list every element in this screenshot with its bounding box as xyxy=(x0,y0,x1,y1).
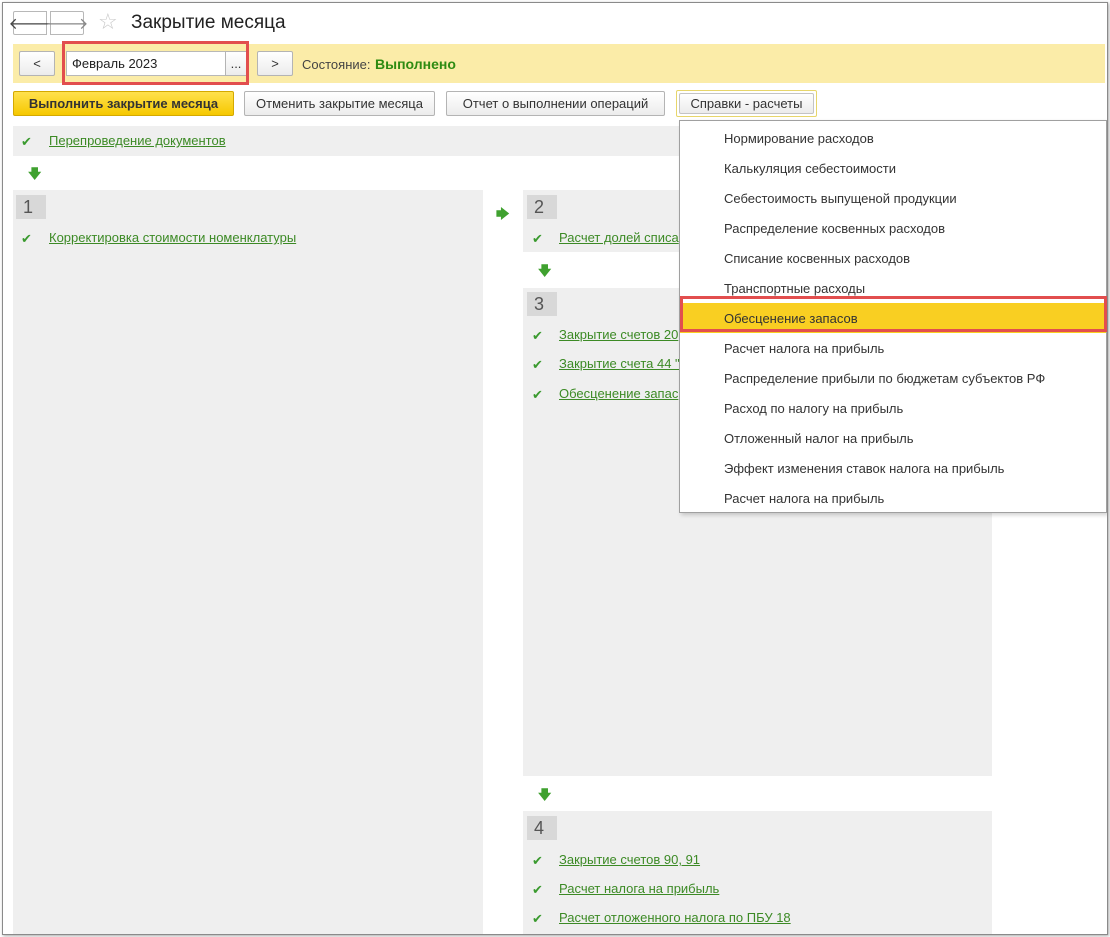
reports-menu-button[interactable]: Справки - расчеты xyxy=(676,90,817,117)
stage-4-item-link[interactable]: Расчет отложенного налога по ПБУ 18 xyxy=(559,910,791,925)
menu-item[interactable]: Калькуляция себестоимости xyxy=(680,153,1106,183)
reports-menu-label: Справки - расчеты xyxy=(679,93,814,114)
check-icon: ✔ xyxy=(21,231,32,246)
arrow-right-icon: 🡆 xyxy=(496,206,510,221)
period-highlight-box xyxy=(62,41,249,85)
stage-4-number: 4 xyxy=(527,816,557,840)
check-icon: ✔ xyxy=(532,231,543,246)
stage-3-item-link[interactable]: Закрытие счетов 20 xyxy=(559,327,678,342)
menu-item[interactable]: Эффект изменения ставок налога на прибыл… xyxy=(680,453,1106,483)
prev-period-button[interactable]: < xyxy=(19,51,55,76)
arrow-down-icon: 🡇 xyxy=(538,787,552,802)
favorite-star-icon[interactable]: ☆ xyxy=(98,9,118,35)
menu-item[interactable]: Расчет налога на прибыль xyxy=(680,483,1106,513)
check-icon: ✔ xyxy=(532,357,543,372)
check-icon: ✔ xyxy=(532,911,543,926)
menu-item[interactable]: Распределение косвенных расходов xyxy=(680,213,1106,243)
menu-item[interactable]: Отложенный налог на прибыль xyxy=(680,423,1106,453)
repost-documents-link[interactable]: Перепроведение документов xyxy=(49,133,226,148)
arrow-down-icon: 🡇 xyxy=(538,263,552,278)
check-icon: ✔ xyxy=(21,134,32,149)
menu-item[interactable]: Себестоимость выпущеной продукции xyxy=(680,183,1106,213)
menu-item[interactable]: Списание косвенных расходов xyxy=(680,243,1106,273)
forward-button[interactable]: 🡒 xyxy=(46,11,88,35)
app-window: 🡐 🡒 ☆ Закрытие месяца < Февраль 2023 ...… xyxy=(2,2,1108,935)
next-period-button[interactable]: > xyxy=(257,51,293,76)
check-icon: ✔ xyxy=(532,328,543,343)
check-icon: ✔ xyxy=(532,853,543,868)
stage-2-number: 2 xyxy=(527,195,557,219)
check-icon: ✔ xyxy=(532,882,543,897)
run-closing-button[interactable]: Выполнить закрытие месяца xyxy=(13,91,234,116)
stage-1-number: 1 xyxy=(16,195,46,219)
page-title: Закрытие месяца xyxy=(131,12,286,33)
back-button[interactable]: 🡐 xyxy=(9,11,51,35)
status-value: Выполнено xyxy=(375,56,456,72)
stage-3-number: 3 xyxy=(527,292,557,316)
stage-3-item-link[interactable]: Обесценение запас xyxy=(559,386,678,401)
menu-item[interactable]: Расчет налога на прибыль xyxy=(680,333,1106,363)
cancel-closing-button[interactable]: Отменить закрытие месяца xyxy=(244,91,435,116)
stage-3-item-link[interactable]: Закрытие счета 44 " xyxy=(559,356,680,371)
arrow-down-icon: 🡇 xyxy=(28,166,42,181)
stage-4-item-link[interactable]: Расчет налога на прибыль xyxy=(559,881,719,896)
stage-4-item-link[interactable]: Закрытие счетов 90, 91 xyxy=(559,852,700,867)
arrow-right-icon: 🡒 xyxy=(45,15,89,33)
stage-1-item-link[interactable]: Корректировка стоимости номенклатуры xyxy=(49,230,296,245)
stage-2-item-link[interactable]: Расчет долей списа xyxy=(559,230,679,245)
menu-item[interactable]: Нормирование расходов xyxy=(680,123,1106,153)
check-icon: ✔ xyxy=(532,387,543,402)
status-label: Состояние: xyxy=(302,57,371,72)
selected-item-highlight-box xyxy=(680,296,1107,332)
menu-item[interactable]: Распределение прибыли по бюджетам субъек… xyxy=(680,363,1106,393)
operations-report-button[interactable]: Отчет о выполнении операций xyxy=(446,91,665,116)
menu-item[interactable]: Расход по налогу на прибыль xyxy=(680,393,1106,423)
stage-1-panel xyxy=(13,190,483,934)
